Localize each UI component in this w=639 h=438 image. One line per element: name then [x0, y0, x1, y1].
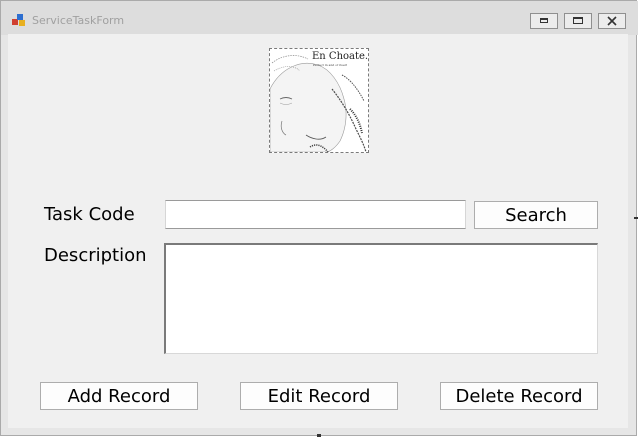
window-title: ServiceTaskForm	[32, 14, 125, 27]
edit-record-button[interactable]: Edit Record	[240, 382, 398, 410]
task-code-label: Task Code	[44, 204, 135, 225]
minimize-icon	[540, 18, 548, 23]
close-icon	[607, 16, 617, 26]
picture-subcaption: Perfect in and of itself	[313, 63, 347, 67]
title-bar[interactable]: ServiceTaskForm	[1, 1, 638, 35]
restore-button[interactable]	[564, 13, 592, 29]
delete-record-button[interactable]: Delete Record	[440, 382, 598, 410]
description-textarea[interactable]	[164, 243, 598, 354]
description-label: Description	[44, 245, 147, 266]
close-button[interactable]	[598, 13, 626, 29]
restore-icon	[573, 17, 583, 24]
resize-handle-bottom[interactable]	[317, 434, 321, 437]
picture-box: En Choate... Perfect in and of itself	[269, 48, 369, 153]
task-code-input[interactable]	[165, 200, 466, 229]
resize-handle-right[interactable]	[634, 217, 638, 219]
search-button[interactable]: Search	[474, 201, 598, 229]
add-record-button[interactable]: Add Record	[40, 382, 198, 410]
app-icon	[12, 14, 26, 26]
picture-caption: En Choate...	[312, 51, 369, 62]
minimize-button[interactable]	[530, 13, 558, 29]
